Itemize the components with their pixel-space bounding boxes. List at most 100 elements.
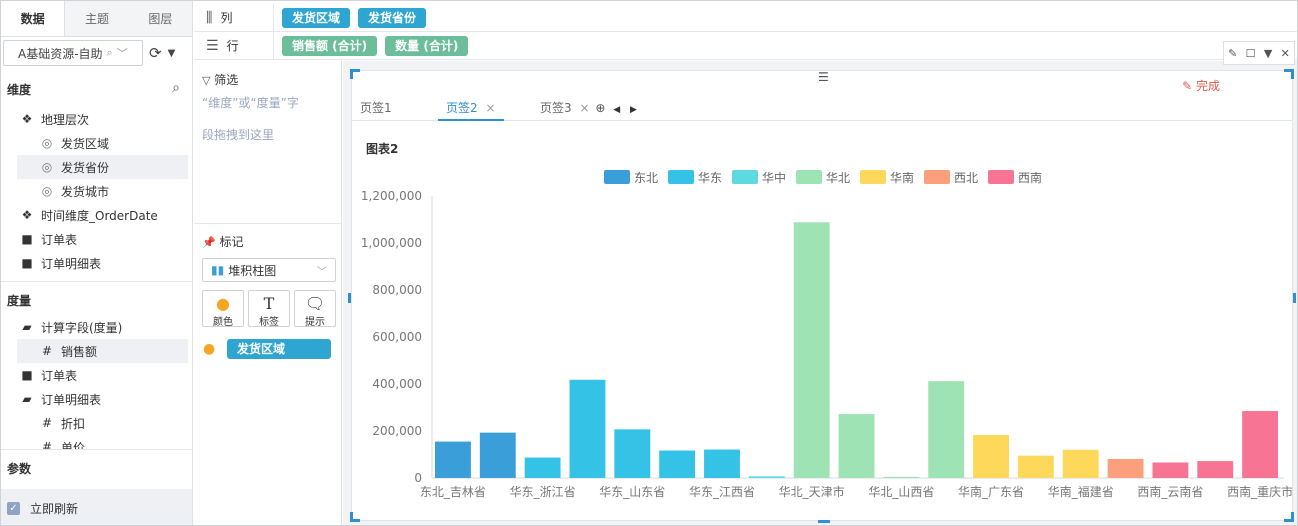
dropdown-caret-icon[interactable]: ▼ [1264, 47, 1272, 60]
auto-refresh-label: 立即刷新 [30, 501, 79, 516]
legend-swatch[interactable] [860, 170, 886, 184]
tree-item[interactable]: ❖ 时间维度_OrderDate [1, 203, 188, 227]
x-tick-label: 华北_山西省 [868, 485, 934, 499]
legend-label[interactable]: 东北 [634, 171, 658, 185]
bar[interactable] [659, 450, 696, 478]
column-shelf: ⫼ 列 发货区域 发货省份 [194, 4, 1297, 32]
tree-item[interactable]: ◎ 发货城市 [1, 179, 188, 203]
tree-item[interactable]: ■ 订单表 [1, 363, 188, 387]
next-tab-icon[interactable]: ▶ [630, 105, 637, 115]
legend-label[interactable]: 西南 [1018, 170, 1042, 185]
bar[interactable] [748, 476, 785, 478]
tree-item[interactable]: ▰ 计算字段(度量) [1, 315, 188, 339]
bar[interactable] [793, 222, 830, 478]
resize-handle[interactable] [350, 69, 360, 79]
bar[interactable] [838, 414, 875, 478]
legend-swatch[interactable] [668, 170, 694, 184]
bar[interactable] [524, 457, 561, 478]
legend-swatch[interactable] [796, 170, 822, 184]
legend-label[interactable]: 华东 [698, 171, 722, 185]
prev-tab-icon[interactable]: ◀ [613, 105, 620, 115]
bar[interactable] [928, 381, 965, 478]
tab-theme[interactable]: 主题 [65, 1, 128, 36]
tree-item[interactable]: ❖ 地理层次 [1, 107, 188, 131]
tree-item[interactable]: # 销售额 [17, 339, 188, 363]
chart-type-select[interactable]: ▮▮ 堆积柱图 ﹀ [202, 258, 336, 282]
shelf-area: ⫼ 列 发货区域 发货省份 ☰ 行 销售额 (合计) 数量 (合计) [194, 1, 1297, 61]
bar[interactable] [1197, 461, 1234, 478]
tree-item[interactable]: ■ 订单表 [1, 227, 188, 251]
tree-item[interactable]: ◎ 发货区域 [1, 131, 188, 155]
x-tick-label: 西南_云南省 [1137, 484, 1203, 499]
legend-swatch[interactable] [924, 170, 950, 184]
legend-label[interactable]: 西北 [954, 171, 978, 185]
legend-label[interactable]: 华北 [826, 171, 850, 185]
legend-label[interactable]: 华中 [762, 170, 786, 185]
tree-item[interactable]: ■ 订单明细表 [1, 251, 188, 275]
bar[interactable] [883, 476, 920, 478]
tree-item[interactable]: # 折扣 [1, 411, 188, 435]
bar[interactable] [1242, 411, 1279, 478]
filter-drop-zone[interactable]: “维度”或“度量”字 段拖拽到这里 [194, 87, 341, 151]
resize-handle[interactable] [348, 293, 351, 303]
search-icon[interactable]: ⌕ [172, 80, 180, 96]
measure-tree: ▰ 计算字段(度量) # 销售额 ■ 订单表 ▰ 订单明细表 # 折扣 # 单价 [1, 315, 188, 449]
page-tabs: 页签1 页签2 × 页签3 × ⊕ ◀ ▶ [352, 97, 1292, 121]
tab-layer[interactable]: 图层 [129, 1, 192, 36]
datasource-select[interactable]: A基础资源-自助 ⌕ ﹀ [3, 40, 143, 66]
bar[interactable] [569, 379, 606, 478]
text-icon: T [263, 294, 275, 313]
legend-swatch[interactable] [988, 170, 1014, 184]
datasource-name: A基础资源-自助 [18, 46, 103, 61]
row-pill-sales[interactable]: 销售额 (合计) [282, 35, 378, 56]
bar-chart: 图表2 东北 华东 华中 华北 华南 西北 西南 0 200,000 400,000 600,000 8… [361, 141, 1292, 499]
bar[interactable] [435, 441, 471, 478]
tree-item[interactable]: ▰ 订单明细表 [1, 387, 188, 411]
tab-page3[interactable]: 页签3 × ⊕ ◀ ▶ [540, 99, 637, 116]
tree-item[interactable]: # 单价 [1, 435, 188, 449]
tree-item[interactable]: ◎ 发货省份 [17, 155, 188, 179]
bar[interactable] [704, 449, 740, 478]
tooltip-button[interactable]: 🗨 提示 [294, 290, 336, 328]
resize-handle[interactable] [1293, 293, 1296, 303]
resize-handle[interactable] [818, 520, 830, 523]
legend-label[interactable]: 华南 [890, 170, 914, 185]
color-field-pill[interactable]: 发货区域 [227, 339, 331, 359]
label-button[interactable]: T 标签 [248, 290, 290, 328]
done-button[interactable]: ✎ 完成 [1182, 77, 1220, 94]
tab-page2[interactable]: 页签2 × [438, 99, 504, 121]
bar[interactable] [1152, 462, 1189, 478]
row-pill-quantity[interactable]: 数量 (合计) [385, 35, 469, 56]
bar[interactable] [1017, 455, 1054, 478]
refresh-icon[interactable]: ⟳ [149, 44, 162, 62]
resize-handle[interactable] [1284, 69, 1294, 79]
globe-icon: ◎ [41, 184, 53, 198]
close-icon[interactable]: × [485, 101, 495, 115]
divider [194, 223, 341, 224]
checkbox-checked-icon[interactable]: ✓ [7, 501, 20, 515]
row-shelf: ☰ 行 销售额 (合计) 数量 (合计) [194, 32, 1297, 60]
column-pill-province[interactable]: 发货省份 [358, 7, 427, 28]
tree-item-label: 折扣 [61, 416, 86, 431]
bar[interactable] [479, 432, 516, 478]
close-icon[interactable]: ✕ [1281, 47, 1290, 60]
legend-swatch[interactable] [732, 170, 758, 184]
column-pill-region[interactable]: 发货区域 [282, 7, 351, 28]
bar[interactable] [1062, 449, 1099, 478]
add-tab-icon[interactable]: ⊕ [595, 101, 605, 115]
tab-page1[interactable]: 页签1 [360, 99, 392, 116]
drag-handle-icon[interactable]: ☰ [818, 70, 829, 84]
mark-buttons: ● 颜色 T 标签 🗨 提示 [202, 290, 336, 328]
bar[interactable] [1107, 458, 1144, 478]
auto-refresh-row[interactable]: ✓ 立即刷新 [1, 489, 192, 525]
layers-icon: ❖ [21, 208, 33, 222]
close-icon[interactable]: × [579, 101, 589, 115]
legend-swatch[interactable] [604, 170, 630, 184]
dropdown-caret-icon[interactable]: ▼ [168, 48, 176, 59]
bar[interactable] [614, 429, 651, 478]
edit-icon[interactable]: ✎ [1228, 47, 1237, 60]
tab-data[interactable]: 数据 [1, 1, 66, 36]
bar[interactable] [973, 434, 1009, 478]
color-button[interactable]: ● 颜色 [202, 290, 244, 328]
maximize-icon[interactable]: ☐ [1246, 47, 1256, 60]
